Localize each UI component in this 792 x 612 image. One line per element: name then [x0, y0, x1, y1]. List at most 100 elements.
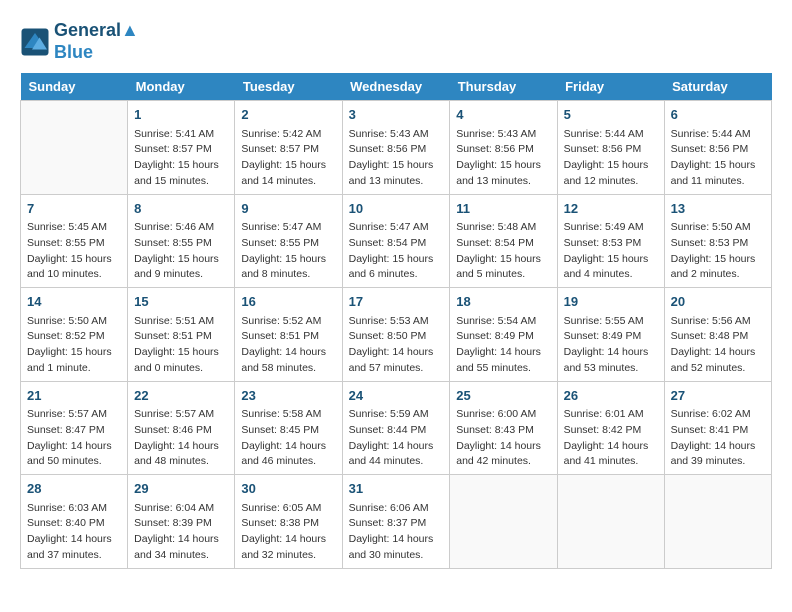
logo-icon — [20, 27, 50, 57]
day-number: 14 — [27, 292, 121, 312]
day-info: Sunrise: 5:54 AM Sunset: 8:49 PM Dayligh… — [456, 314, 550, 377]
day-number: 29 — [134, 479, 228, 499]
day-info: Sunrise: 5:47 AM Sunset: 8:54 PM Dayligh… — [349, 220, 444, 283]
weekday-wednesday: Wednesday — [342, 73, 450, 101]
day-info: Sunrise: 6:02 AM Sunset: 8:41 PM Dayligh… — [671, 407, 765, 470]
day-info: Sunrise: 6:00 AM Sunset: 8:43 PM Dayligh… — [456, 407, 550, 470]
calendar-cell: 11Sunrise: 5:48 AM Sunset: 8:54 PM Dayli… — [450, 194, 557, 288]
day-info: Sunrise: 5:41 AM Sunset: 8:57 PM Dayligh… — [134, 127, 228, 190]
calendar-cell: 5Sunrise: 5:44 AM Sunset: 8:56 PM Daylig… — [557, 101, 664, 195]
day-info: Sunrise: 5:43 AM Sunset: 8:56 PM Dayligh… — [456, 127, 550, 190]
day-number: 6 — [671, 105, 765, 125]
day-number: 17 — [349, 292, 444, 312]
calendar-cell: 24Sunrise: 5:59 AM Sunset: 8:44 PM Dayli… — [342, 381, 450, 475]
calendar-cell: 15Sunrise: 5:51 AM Sunset: 8:51 PM Dayli… — [128, 288, 235, 382]
calendar-cell: 18Sunrise: 5:54 AM Sunset: 8:49 PM Dayli… — [450, 288, 557, 382]
day-number: 30 — [241, 479, 335, 499]
day-info: Sunrise: 5:45 AM Sunset: 8:55 PM Dayligh… — [27, 220, 121, 283]
calendar-cell: 14Sunrise: 5:50 AM Sunset: 8:52 PM Dayli… — [21, 288, 128, 382]
day-number: 4 — [456, 105, 550, 125]
day-number: 24 — [349, 386, 444, 406]
day-number: 3 — [349, 105, 444, 125]
calendar-cell: 23Sunrise: 5:58 AM Sunset: 8:45 PM Dayli… — [235, 381, 342, 475]
calendar-cell: 3Sunrise: 5:43 AM Sunset: 8:56 PM Daylig… — [342, 101, 450, 195]
calendar-cell: 30Sunrise: 6:05 AM Sunset: 8:38 PM Dayli… — [235, 475, 342, 569]
calendar-cell — [664, 475, 771, 569]
day-info: Sunrise: 5:49 AM Sunset: 8:53 PM Dayligh… — [564, 220, 658, 283]
day-info: Sunrise: 6:04 AM Sunset: 8:39 PM Dayligh… — [134, 501, 228, 564]
day-number: 23 — [241, 386, 335, 406]
calendar-cell: 8Sunrise: 5:46 AM Sunset: 8:55 PM Daylig… — [128, 194, 235, 288]
calendar-cell — [450, 475, 557, 569]
day-info: Sunrise: 5:57 AM Sunset: 8:46 PM Dayligh… — [134, 407, 228, 470]
weekday-sunday: Sunday — [21, 73, 128, 101]
day-number: 26 — [564, 386, 658, 406]
calendar-table: SundayMondayTuesdayWednesdayThursdayFrid… — [20, 73, 772, 569]
logo-text: General▲ Blue — [54, 20, 139, 63]
weekday-tuesday: Tuesday — [235, 73, 342, 101]
calendar-cell: 31Sunrise: 6:06 AM Sunset: 8:37 PM Dayli… — [342, 475, 450, 569]
day-number: 27 — [671, 386, 765, 406]
day-number: 7 — [27, 199, 121, 219]
day-info: Sunrise: 5:53 AM Sunset: 8:50 PM Dayligh… — [349, 314, 444, 377]
day-number: 22 — [134, 386, 228, 406]
calendar-cell: 21Sunrise: 5:57 AM Sunset: 8:47 PM Dayli… — [21, 381, 128, 475]
calendar-cell: 1Sunrise: 5:41 AM Sunset: 8:57 PM Daylig… — [128, 101, 235, 195]
calendar-cell: 20Sunrise: 5:56 AM Sunset: 8:48 PM Dayli… — [664, 288, 771, 382]
day-info: Sunrise: 5:59 AM Sunset: 8:44 PM Dayligh… — [349, 407, 444, 470]
calendar-cell: 10Sunrise: 5:47 AM Sunset: 8:54 PM Dayli… — [342, 194, 450, 288]
day-info: Sunrise: 5:56 AM Sunset: 8:48 PM Dayligh… — [671, 314, 765, 377]
calendar-cell: 25Sunrise: 6:00 AM Sunset: 8:43 PM Dayli… — [450, 381, 557, 475]
day-number: 11 — [456, 199, 550, 219]
calendar-cell: 6Sunrise: 5:44 AM Sunset: 8:56 PM Daylig… — [664, 101, 771, 195]
day-number: 25 — [456, 386, 550, 406]
day-number: 5 — [564, 105, 658, 125]
calendar-cell: 12Sunrise: 5:49 AM Sunset: 8:53 PM Dayli… — [557, 194, 664, 288]
day-number: 13 — [671, 199, 765, 219]
day-number: 2 — [241, 105, 335, 125]
day-number: 12 — [564, 199, 658, 219]
day-info: Sunrise: 6:03 AM Sunset: 8:40 PM Dayligh… — [27, 501, 121, 564]
calendar-cell: 2Sunrise: 5:42 AM Sunset: 8:57 PM Daylig… — [235, 101, 342, 195]
day-number: 1 — [134, 105, 228, 125]
weekday-friday: Friday — [557, 73, 664, 101]
day-info: Sunrise: 5:43 AM Sunset: 8:56 PM Dayligh… — [349, 127, 444, 190]
week-row-5: 28Sunrise: 6:03 AM Sunset: 8:40 PM Dayli… — [21, 475, 772, 569]
calendar-cell: 22Sunrise: 5:57 AM Sunset: 8:46 PM Dayli… — [128, 381, 235, 475]
weekday-monday: Monday — [128, 73, 235, 101]
calendar-cell: 17Sunrise: 5:53 AM Sunset: 8:50 PM Dayli… — [342, 288, 450, 382]
page-header: General▲ Blue — [20, 20, 772, 63]
day-info: Sunrise: 5:44 AM Sunset: 8:56 PM Dayligh… — [564, 127, 658, 190]
logo: General▲ Blue — [20, 20, 139, 63]
day-number: 19 — [564, 292, 658, 312]
calendar-cell: 19Sunrise: 5:55 AM Sunset: 8:49 PM Dayli… — [557, 288, 664, 382]
day-number: 15 — [134, 292, 228, 312]
day-info: Sunrise: 5:51 AM Sunset: 8:51 PM Dayligh… — [134, 314, 228, 377]
calendar-cell: 4Sunrise: 5:43 AM Sunset: 8:56 PM Daylig… — [450, 101, 557, 195]
calendar-cell: 16Sunrise: 5:52 AM Sunset: 8:51 PM Dayli… — [235, 288, 342, 382]
day-info: Sunrise: 5:52 AM Sunset: 8:51 PM Dayligh… — [241, 314, 335, 377]
calendar-cell: 29Sunrise: 6:04 AM Sunset: 8:39 PM Dayli… — [128, 475, 235, 569]
calendar-cell: 27Sunrise: 6:02 AM Sunset: 8:41 PM Dayli… — [664, 381, 771, 475]
day-info: Sunrise: 6:01 AM Sunset: 8:42 PM Dayligh… — [564, 407, 658, 470]
day-info: Sunrise: 6:06 AM Sunset: 8:37 PM Dayligh… — [349, 501, 444, 564]
week-row-3: 14Sunrise: 5:50 AM Sunset: 8:52 PM Dayli… — [21, 288, 772, 382]
day-info: Sunrise: 5:50 AM Sunset: 8:53 PM Dayligh… — [671, 220, 765, 283]
weekday-saturday: Saturday — [664, 73, 771, 101]
calendar-cell: 13Sunrise: 5:50 AM Sunset: 8:53 PM Dayli… — [664, 194, 771, 288]
day-number: 31 — [349, 479, 444, 499]
day-info: Sunrise: 5:57 AM Sunset: 8:47 PM Dayligh… — [27, 407, 121, 470]
weekday-thursday: Thursday — [450, 73, 557, 101]
day-number: 21 — [27, 386, 121, 406]
calendar-cell — [557, 475, 664, 569]
day-info: Sunrise: 5:44 AM Sunset: 8:56 PM Dayligh… — [671, 127, 765, 190]
day-info: Sunrise: 5:42 AM Sunset: 8:57 PM Dayligh… — [241, 127, 335, 190]
week-row-4: 21Sunrise: 5:57 AM Sunset: 8:47 PM Dayli… — [21, 381, 772, 475]
day-number: 20 — [671, 292, 765, 312]
day-info: Sunrise: 5:50 AM Sunset: 8:52 PM Dayligh… — [27, 314, 121, 377]
day-info: Sunrise: 5:55 AM Sunset: 8:49 PM Dayligh… — [564, 314, 658, 377]
day-number: 28 — [27, 479, 121, 499]
day-info: Sunrise: 6:05 AM Sunset: 8:38 PM Dayligh… — [241, 501, 335, 564]
day-number: 8 — [134, 199, 228, 219]
day-number: 16 — [241, 292, 335, 312]
